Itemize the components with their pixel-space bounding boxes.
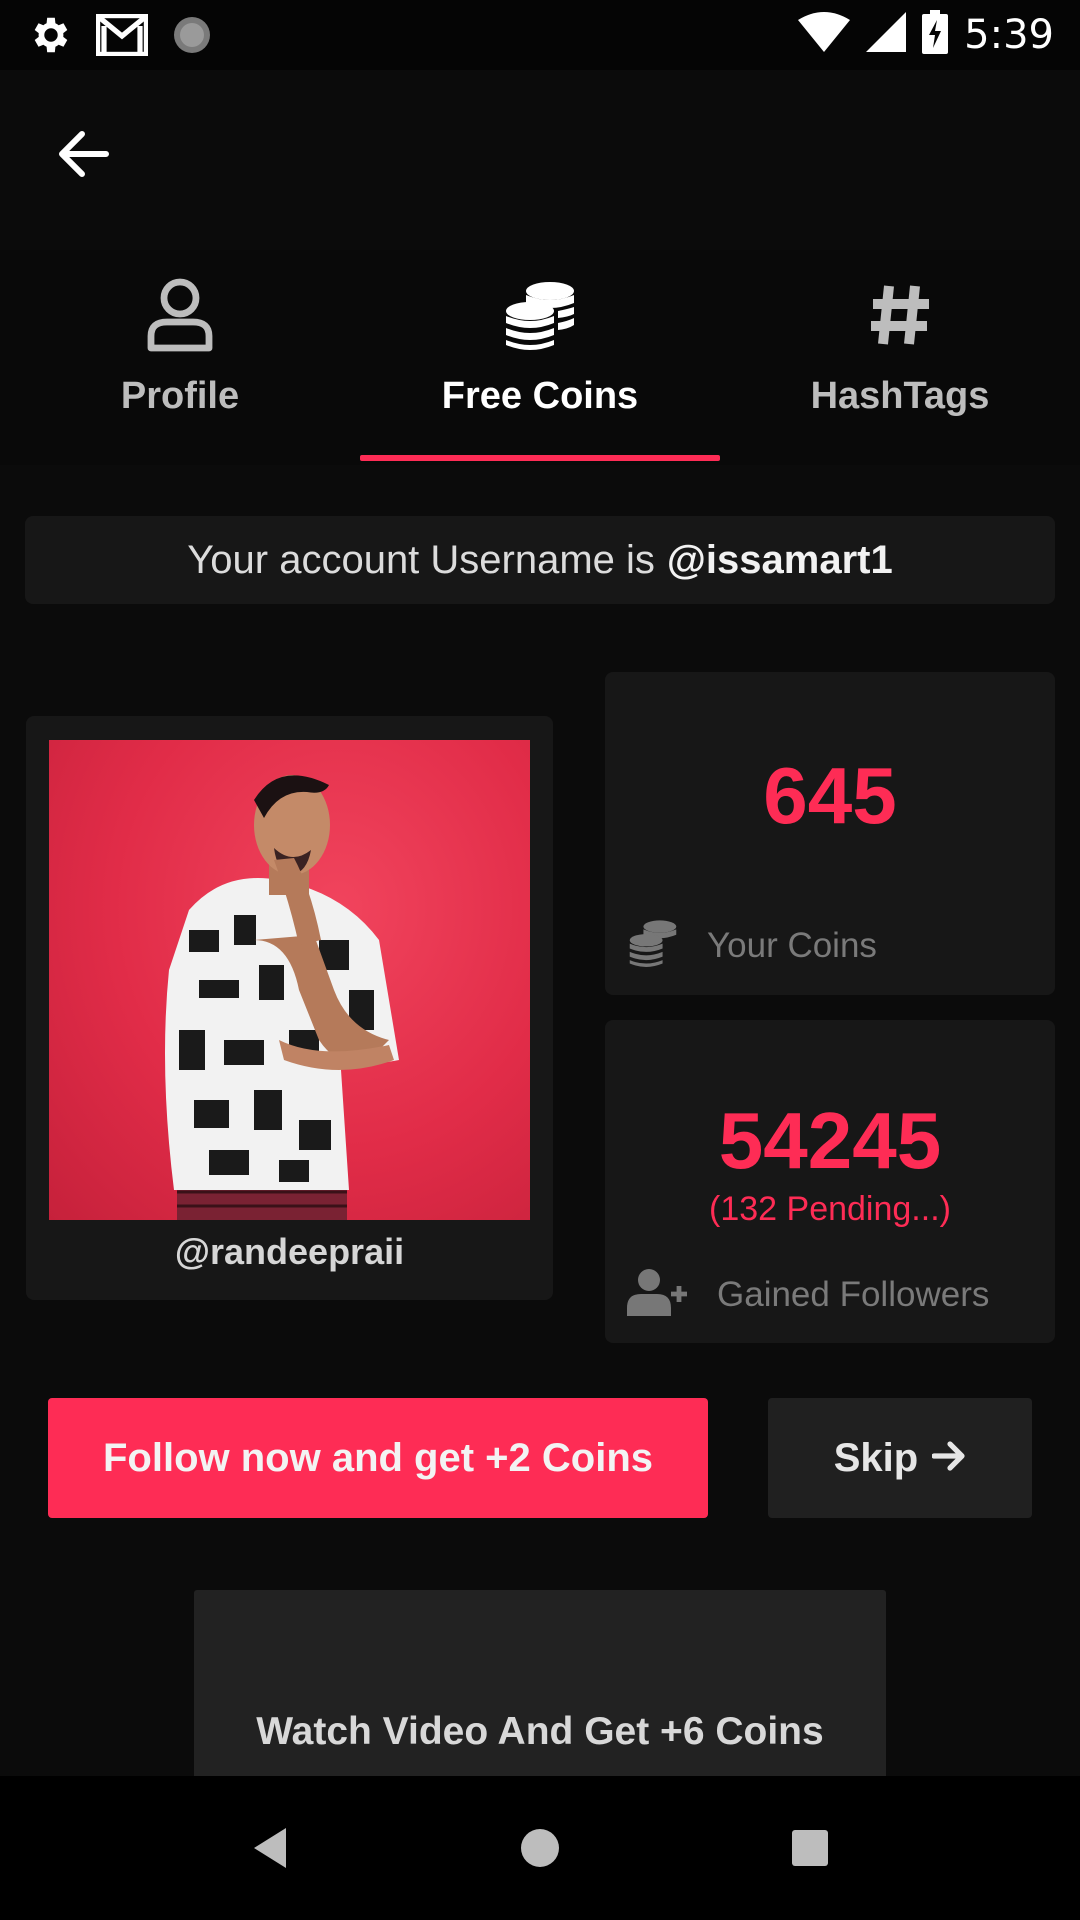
nav-home-button[interactable]: [498, 1806, 582, 1890]
tab-label: HashTags: [810, 375, 990, 417]
pending-followers: (132 Pending...): [709, 1190, 951, 1228]
status-bar: 5:39: [0, 0, 1080, 70]
coins-label: Your Coins: [707, 925, 877, 965]
tab-profile[interactable]: Profile: [0, 250, 360, 465]
followers-card: 54245 (132 Pending...) Gained Followers: [605, 1020, 1055, 1343]
back-button[interactable]: [48, 120, 120, 192]
account-username: @issamart1: [666, 537, 893, 582]
watch-video-label: Watch Video And Get +6 Coins: [256, 1710, 824, 1753]
coins-icon: [627, 918, 679, 973]
tab-label: Free Coins: [441, 375, 639, 417]
system-nav-bar: [0, 1776, 1080, 1920]
coins-card: 645 Your Coins: [605, 672, 1055, 995]
battery-charging-icon: [922, 10, 949, 59]
wifi-icon: [798, 12, 851, 57]
skip-button[interactable]: Skip: [768, 1398, 1032, 1518]
gear-icon: [28, 12, 74, 63]
circle-home-icon: [521, 1829, 559, 1867]
profile-photo: [49, 740, 530, 1220]
target-profile-card: @randeepraii: [26, 716, 553, 1300]
tab-free-coins[interactable]: Free Coins: [360, 250, 720, 465]
coins-icon: [495, 270, 585, 360]
arrow-right-icon: [931, 1436, 966, 1481]
tab-bar: Profile Free Coins HashTags: [0, 250, 1080, 465]
person-icon: [135, 270, 225, 360]
follow-button[interactable]: Follow now and get +2 Coins: [48, 1398, 708, 1518]
signal-icon: [866, 12, 907, 57]
watch-video-button[interactable]: Watch Video And Get +6 Coins: [194, 1590, 886, 1780]
followers-label: Gained Followers: [717, 1274, 990, 1314]
username-prefix: Your account Username is: [187, 537, 655, 582]
followers-value: 54245: [718, 1096, 942, 1185]
account-username-banner: Your account Username is @issamart1: [25, 516, 1055, 604]
nav-recents-button[interactable]: [768, 1806, 852, 1890]
tab-hashtags[interactable]: HashTags: [720, 250, 1080, 465]
clock: 5:39: [964, 11, 1054, 58]
coins-value: 645: [763, 751, 897, 840]
loading-icon: [170, 13, 214, 62]
tab-label: Profile: [120, 375, 240, 417]
add-user-icon: [627, 1268, 689, 1321]
arrow-left-icon: [58, 130, 110, 183]
hash-icon: [855, 270, 945, 360]
square-recents-icon: [792, 1830, 828, 1866]
gmail-icon: [95, 13, 149, 61]
triangle-back-icon: [254, 1828, 286, 1868]
nav-back-button[interactable]: [228, 1806, 312, 1890]
active-tab-indicator: [360, 455, 720, 461]
target-handle: @randeepraii: [174, 1231, 405, 1272]
skip-label: Skip: [833, 1435, 919, 1480]
